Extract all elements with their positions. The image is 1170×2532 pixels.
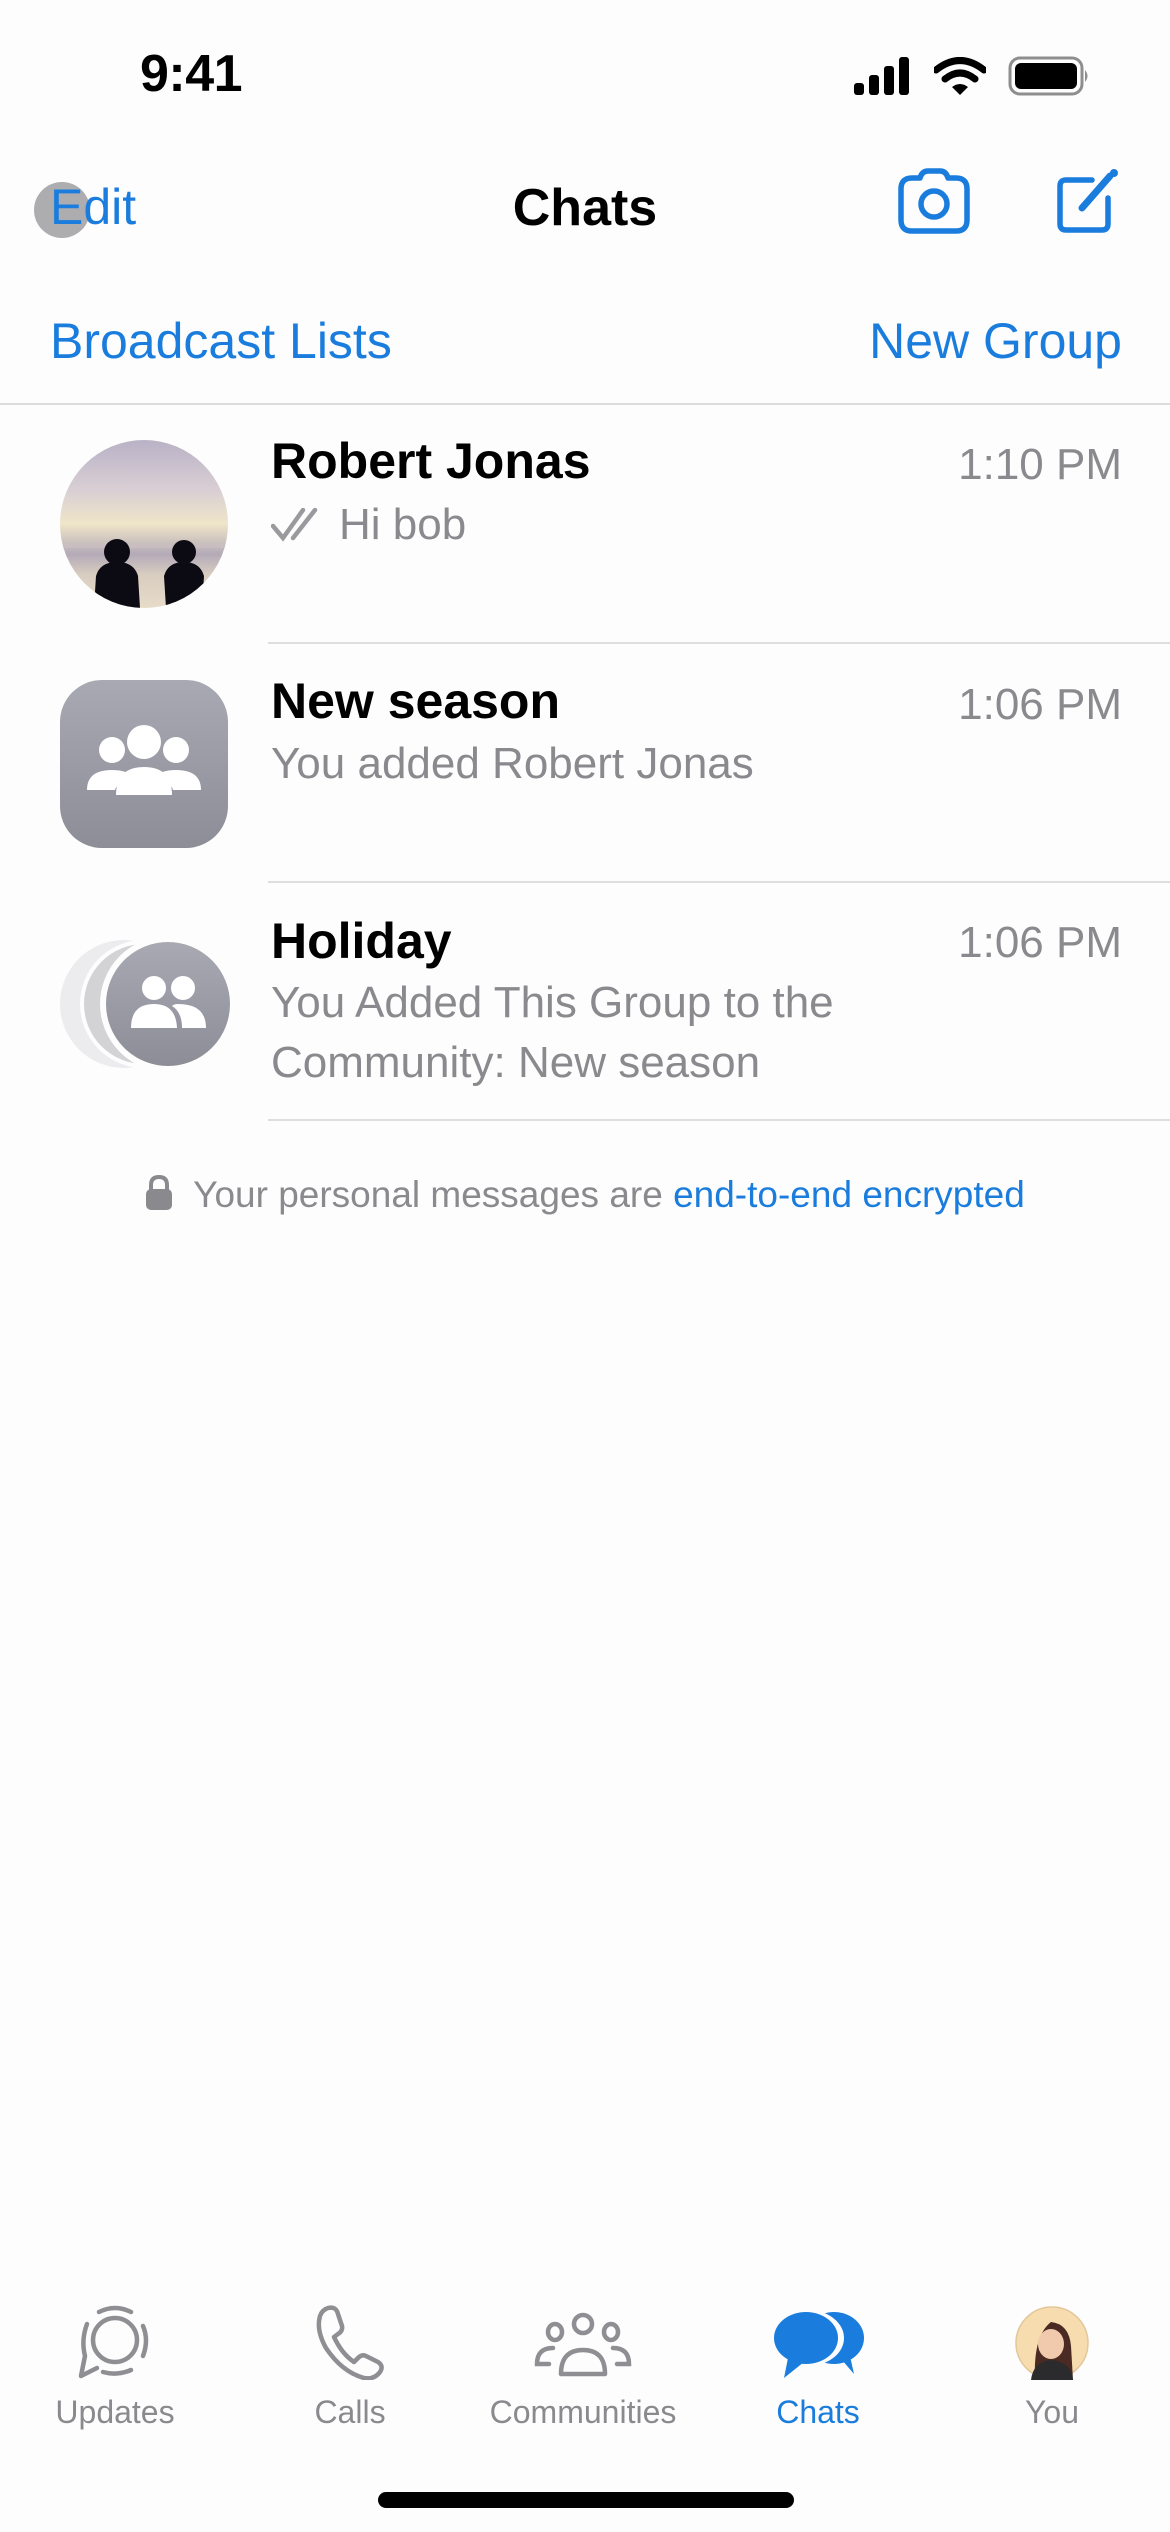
row-separator: [268, 881, 1170, 883]
encryption-notice: Your personal messages are end-to-end en…: [0, 1174, 1170, 1216]
group-icon: [87, 725, 201, 795]
chat-name: Robert Jonas: [271, 433, 591, 489]
tab-updates[interactable]: Updates: [5, 2296, 225, 2431]
page-title: Chats: [512, 179, 658, 237]
chats-icon: [772, 2310, 864, 2378]
divider: [0, 403, 1170, 405]
tab-label: Updates: [55, 2394, 175, 2430]
chat-message: Hi bob: [339, 500, 467, 549]
tab-label: You: [1025, 2394, 1079, 2430]
tab-calls[interactable]: Calls: [240, 2296, 460, 2431]
updates-icon: [78, 2305, 149, 2379]
chat-message-line1: You Added This Group to the: [271, 978, 834, 1027]
profile-avatar: [1015, 2306, 1089, 2380]
new-group-link[interactable]: New Group: [869, 312, 1122, 370]
compose-icon: [1057, 169, 1118, 233]
chat-name: New season: [271, 673, 561, 729]
cellular-signal-icon: [854, 57, 909, 95]
camera-icon: [898, 168, 970, 234]
tab-label: Calls: [314, 2394, 386, 2430]
tab-chats[interactable]: Chats: [708, 2296, 928, 2431]
home-indicator[interactable]: [378, 2492, 794, 2508]
row-separator: [268, 1119, 1170, 1121]
chat-message-line2: Community: New season: [271, 1038, 761, 1087]
compose-button[interactable]: [1056, 168, 1120, 239]
camera-button[interactable]: [898, 168, 970, 239]
chat-time: 1:06 PM: [958, 918, 1122, 967]
chat-name: Holiday: [271, 913, 452, 969]
notice-text: Your personal messages are: [193, 1174, 674, 1215]
tab-communities[interactable]: Communities: [473, 2296, 693, 2431]
phone-icon: [316, 2305, 384, 2380]
battery-icon: [1008, 56, 1088, 96]
avatar: [60, 680, 228, 848]
chat-time: 1:10 PM: [958, 440, 1122, 489]
tab-label: Chats: [776, 2394, 860, 2430]
avatar: [60, 440, 228, 608]
tab-you[interactable]: You: [942, 2296, 1162, 2431]
chat-preview: Hi bob: [271, 495, 891, 555]
status-icons: [852, 56, 1090, 96]
double-check-icon: [271, 508, 318, 542]
status-time: 9:41: [140, 45, 243, 103]
tab-label: Communities: [489, 2394, 677, 2430]
lock-icon: [146, 1175, 173, 1211]
community-group-icon: [131, 976, 206, 1028]
row-separator: [268, 642, 1170, 644]
communities-icon: [534, 2312, 632, 2377]
chat-message: You added Robert Jonas: [271, 739, 754, 788]
avatar-silhouettes-photo: [60, 539, 228, 608]
broadcast-lists-link[interactable]: Broadcast Lists: [50, 312, 392, 370]
chat-time: 1:06 PM: [958, 680, 1122, 729]
wifi-icon: [934, 57, 986, 95]
encryption-link[interactable]: end-to-end encrypted: [673, 1174, 1025, 1215]
avatar: [100, 936, 236, 1072]
